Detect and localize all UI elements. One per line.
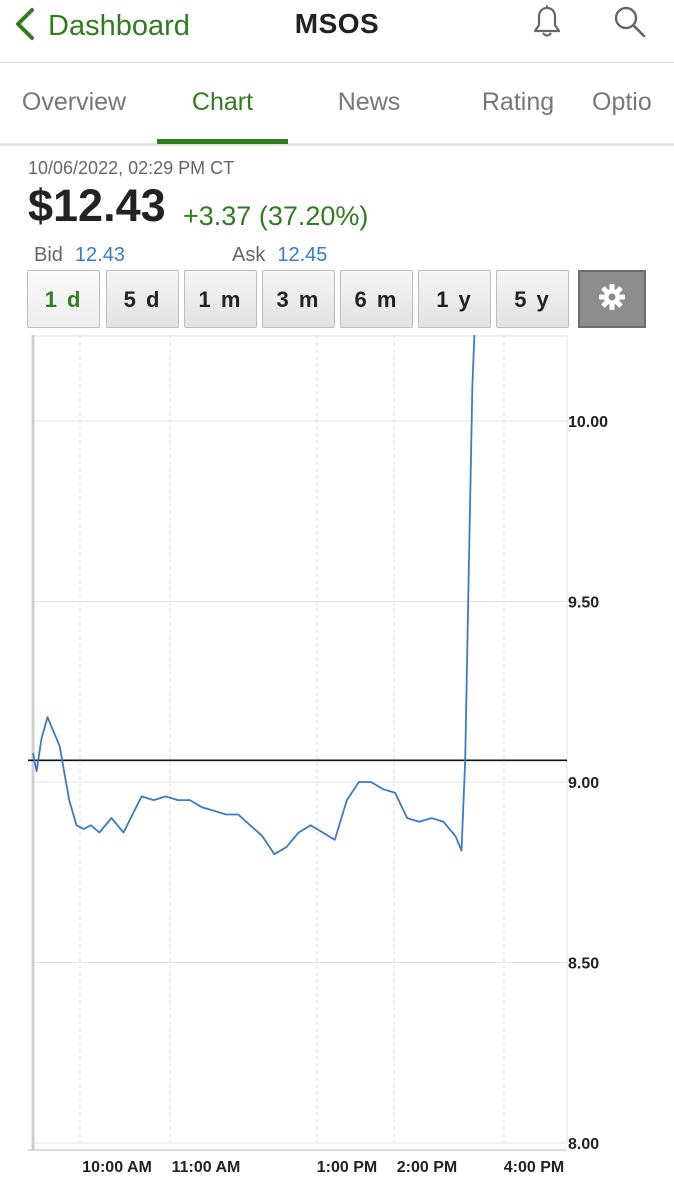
bid-label: Bid bbox=[34, 244, 63, 266]
range-button-1d[interactable]: 1 d bbox=[27, 270, 100, 328]
ask-value: 12.45 bbox=[277, 244, 328, 266]
search-button[interactable] bbox=[610, 4, 650, 44]
x-tick-label: 4:00 PM bbox=[504, 1159, 564, 1176]
page-title: MSOS bbox=[294, 8, 380, 39]
tab-overview[interactable]: Overview bbox=[0, 63, 148, 143]
bid-quote: Bid 12.43 bbox=[34, 244, 125, 267]
active-tab-indicator bbox=[157, 139, 288, 144]
back-button[interactable]: Dashboard bbox=[12, 6, 190, 46]
change-amount: +3.37 bbox=[183, 201, 252, 231]
chart-settings-button[interactable] bbox=[578, 270, 646, 328]
x-tick-label: 10:00 AM bbox=[82, 1159, 152, 1176]
range-button-1m[interactable]: 1 m bbox=[184, 270, 257, 328]
bell-icon bbox=[532, 5, 562, 44]
y-tick-label: 8.00 bbox=[568, 1136, 599, 1153]
ask-quote: Ask 12.45 bbox=[232, 244, 327, 267]
section-tabs: Overview Chart News Rating Optio bbox=[0, 63, 674, 146]
range-button-1y[interactable]: 1 y bbox=[418, 270, 491, 328]
range-button-5d[interactable]: 5 d bbox=[106, 270, 179, 328]
price-change: +3.37 (37.20%) bbox=[183, 201, 368, 232]
back-label: Dashboard bbox=[48, 9, 190, 42]
range-button-3m[interactable]: 3 m bbox=[262, 270, 335, 328]
gear-icon bbox=[598, 283, 626, 316]
change-percent: (37.20%) bbox=[258, 201, 369, 231]
y-tick-label: 9.00 bbox=[568, 775, 599, 792]
range-button-6m[interactable]: 6 m bbox=[340, 270, 413, 328]
tab-news[interactable]: News bbox=[300, 63, 438, 143]
x-tick-label: 11:00 AM bbox=[172, 1159, 241, 1176]
tab-rating[interactable]: Rating bbox=[448, 63, 588, 143]
top-nav-bar: Dashboard MSOS bbox=[0, 0, 674, 63]
search-icon bbox=[613, 5, 647, 44]
y-tick-label: 10.00 bbox=[568, 414, 608, 431]
tab-options[interactable]: Optio bbox=[592, 63, 674, 143]
x-tick-label: 1:00 PM bbox=[317, 1159, 377, 1176]
notifications-button[interactable] bbox=[527, 4, 567, 44]
price-chart-svg: 8.008.509.009.5010.0010.5011.0011.5012.0… bbox=[28, 335, 608, 1176]
chevron-left-icon bbox=[12, 7, 38, 46]
y-tick-label: 8.50 bbox=[568, 956, 599, 973]
price-chart[interactable]: 8.008.509.009.5010.0010.5011.0011.5012.0… bbox=[0, 335, 674, 1200]
bid-value: 12.43 bbox=[74, 244, 125, 266]
range-button-5y[interactable]: 5 y bbox=[496, 270, 569, 328]
price-line bbox=[32, 335, 476, 856]
app-screen: Dashboard MSOS Overview Chart News Ratin… bbox=[0, 0, 674, 1200]
x-tick-label: 2:00 PM bbox=[397, 1159, 457, 1176]
y-tick-label: 9.50 bbox=[568, 595, 599, 612]
ask-label: Ask bbox=[232, 244, 266, 266]
tab-chart[interactable]: Chart bbox=[157, 63, 288, 143]
quote-timestamp: 10/06/2022, 02:29 PM CT bbox=[28, 158, 235, 178]
last-price: $12.43 bbox=[28, 180, 166, 231]
